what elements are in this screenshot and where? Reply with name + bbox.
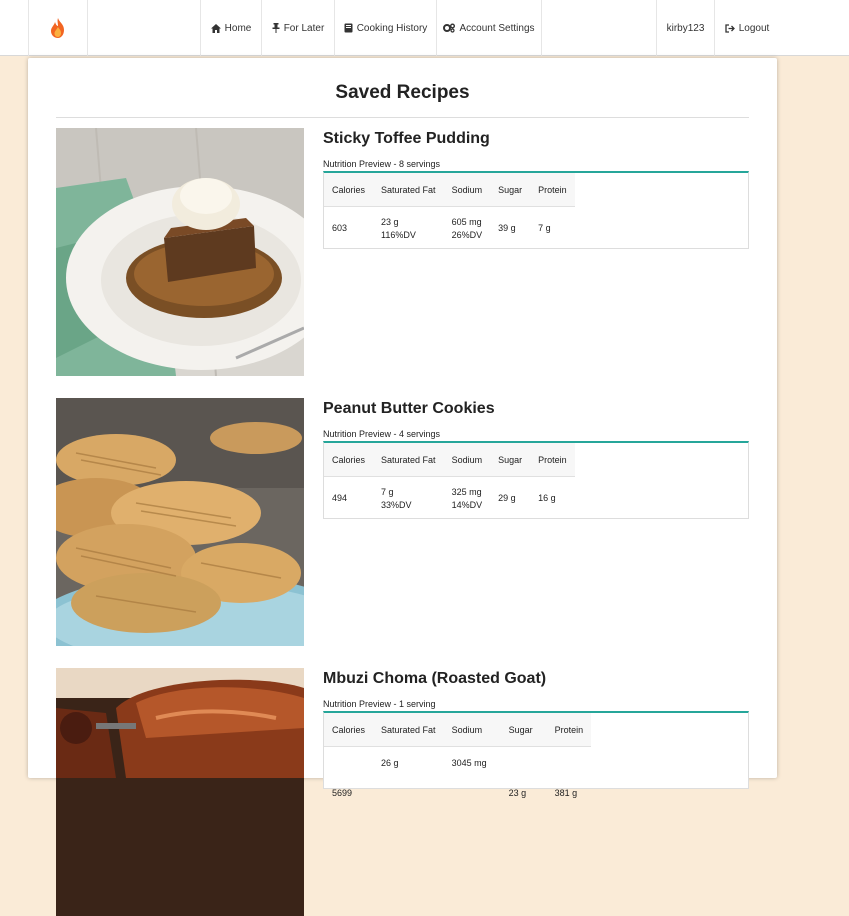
saturated-fat-dv: 116%DV bbox=[381, 229, 416, 240]
nutrition-table: Calories Saturated Fat Sodium Sugar Prot… bbox=[323, 171, 749, 249]
nutrition-caption: Nutrition Preview - 4 servings bbox=[323, 429, 441, 439]
protein-value: 7 g bbox=[538, 223, 551, 233]
nutrition-table: Calories Saturated Fat Sodium Sugar Prot… bbox=[323, 441, 749, 519]
nav-cooking-history-label: Cooking History bbox=[356, 22, 428, 34]
calories-value: 5699 bbox=[332, 788, 353, 798]
nav-home-label: Home bbox=[224, 22, 252, 34]
recipe-image-peanut-butter-cookies[interactable] bbox=[56, 398, 304, 646]
nav-for-later[interactable]: For Later bbox=[262, 0, 335, 56]
username-label: kirby123 bbox=[666, 22, 705, 34]
header-sodium: Sodium bbox=[443, 173, 491, 207]
nutrition-caption: Nutrition Preview - 1 serving bbox=[323, 699, 436, 709]
nav-cooking-history[interactable]: Cooking History bbox=[335, 0, 437, 56]
header-saturated-fat: Saturated Fat bbox=[373, 443, 444, 477]
table-header-row: Calories Saturated Fat Sodium Sugar Prot… bbox=[324, 443, 575, 477]
header-calories: Calories bbox=[324, 173, 374, 207]
nav-account-settings-label: Account Settings bbox=[459, 22, 535, 34]
saved-recipes-panel: Saved Recipes Sticky Toffee Pudding Nutr… bbox=[28, 58, 777, 916]
header-sodium: Sodium bbox=[443, 443, 491, 477]
recipe-title[interactable]: Mbuzi Choma (Roasted Goat) bbox=[323, 670, 546, 688]
saturated-fat-dv: 33%DV bbox=[381, 499, 412, 510]
book-icon bbox=[344, 23, 353, 33]
sodium-value: 605 mg bbox=[451, 216, 482, 227]
sodium-value: 3045 mg bbox=[451, 758, 487, 768]
sodium-cell: 605 mg 26%DV bbox=[444, 207, 491, 251]
sugar-value: 39 g bbox=[498, 223, 516, 233]
recipe-card: Sticky Toffee Pudding Nutrition Preview … bbox=[56, 128, 749, 376]
brand-link[interactable] bbox=[28, 0, 88, 56]
gears-icon bbox=[443, 23, 456, 33]
sodium-value: 325 mg bbox=[451, 486, 482, 497]
saturated-fat-cell: 23 g 116%DV bbox=[373, 207, 444, 251]
header-protein: Protein bbox=[530, 443, 575, 477]
header-protein: Protein bbox=[530, 173, 575, 207]
logout-icon bbox=[725, 23, 735, 33]
recipe-title[interactable]: Peanut Butter Cookies bbox=[323, 400, 495, 418]
page-title: Saved Recipes bbox=[335, 82, 470, 103]
sugar-value: 29 g bbox=[498, 493, 516, 503]
header-sugar: Sugar bbox=[490, 443, 531, 477]
recipe-image-sticky-toffee-pudding[interactable] bbox=[56, 128, 304, 376]
table-row: 603 23 g 116%DV 605 mg 26%DV 39 g 7 g bbox=[324, 207, 575, 251]
sodium-dv: 14%DV bbox=[451, 499, 483, 510]
saturated-fat-value: 23 g bbox=[381, 216, 399, 227]
recipe-image-mbuzi-choma[interactable] bbox=[56, 668, 304, 916]
header-calories: Calories bbox=[324, 713, 374, 747]
saturated-fat-cell: 26 g bbox=[373, 747, 444, 801]
sodium-dv: 26%DV bbox=[451, 229, 483, 240]
saturated-fat-value: 26 g bbox=[381, 758, 399, 768]
nav-home[interactable]: Home bbox=[200, 0, 262, 56]
header-saturated-fat: Saturated Fat bbox=[373, 173, 444, 207]
header-calories: Calories bbox=[324, 443, 374, 477]
nav-account-settings[interactable]: Account Settings bbox=[437, 0, 542, 56]
nav-logout[interactable]: Logout bbox=[715, 0, 779, 56]
calories-value: 494 bbox=[332, 493, 348, 503]
table-row: 5699 26 g 3045 mg 23 g 381 g bbox=[324, 747, 591, 801]
sodium-cell: 325 mg 14%DV bbox=[444, 477, 491, 521]
header-sodium: Sodium bbox=[443, 713, 495, 747]
sugar-value: 23 g bbox=[508, 788, 527, 798]
pin-icon bbox=[272, 23, 280, 33]
nutrition-caption: Nutrition Preview - 8 servings bbox=[323, 159, 441, 169]
recipe-title[interactable]: Sticky Toffee Pudding bbox=[323, 130, 490, 148]
saturated-fat-value: 7 g bbox=[381, 486, 394, 497]
table-header-row: Calories Saturated Fat Sodium Sugar Prot… bbox=[324, 173, 575, 207]
title-divider bbox=[56, 117, 749, 118]
recipe-card: Mbuzi Choma (Roasted Goat) Nutrition Pre… bbox=[56, 668, 749, 916]
table-row: 494 7 g 33%DV 325 mg 14%DV 29 g 16 g bbox=[324, 477, 575, 521]
header-protein: Protein bbox=[546, 713, 592, 747]
protein-value: 16 g bbox=[538, 493, 556, 503]
nutrition-table: Calories Saturated Fat Sodium Sugar Prot… bbox=[323, 711, 749, 798]
header-sugar: Sugar bbox=[494, 713, 547, 747]
logout-label: Logout bbox=[738, 22, 770, 34]
sodium-cell: 3045 mg bbox=[444, 747, 495, 801]
recipe-card: Peanut Butter Cookies Nutrition Preview … bbox=[56, 398, 749, 646]
nav-username[interactable]: kirby123 bbox=[656, 0, 715, 56]
home-icon bbox=[210, 23, 221, 33]
header-saturated-fat: Saturated Fat bbox=[373, 713, 444, 747]
protein-value: 381 g bbox=[554, 788, 578, 798]
nav-for-later-label: For Later bbox=[283, 22, 325, 34]
saturated-fat-cell: 7 g 33%DV bbox=[373, 477, 444, 521]
table-header-row: Calories Saturated Fat Sodium Sugar Prot… bbox=[324, 713, 592, 747]
top-navbar: Home For Later Cooking History Account S… bbox=[0, 0, 849, 56]
calories-value: 603 bbox=[332, 223, 348, 233]
flame-icon bbox=[51, 18, 64, 38]
header-sugar: Sugar bbox=[490, 173, 531, 207]
